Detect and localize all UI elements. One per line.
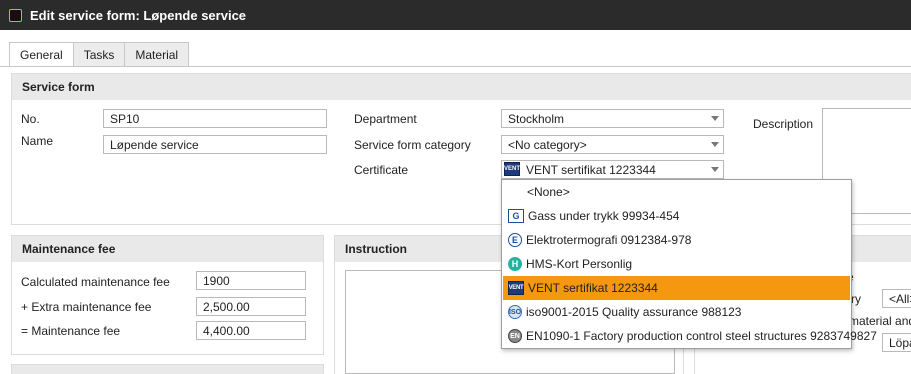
vent-certificate-icon: VENT	[504, 162, 520, 176]
certificate-option-vent[interactable]: VENT VENT sertifikat 1223344	[503, 276, 850, 300]
elektro-certificate-icon: E	[508, 233, 522, 247]
app-icon	[9, 8, 22, 22]
certificate-value: VENT sertifikat 1223344	[526, 162, 656, 177]
certificate-option-iso[interactable]: ISO iso9001-2015 Quality assurance 98812…	[503, 300, 850, 324]
no-field[interactable]: SP10	[103, 109, 327, 128]
service-form-header: Service form	[12, 74, 911, 100]
chevron-down-icon	[711, 167, 719, 172]
right-label-material: material and i	[849, 314, 911, 328]
category-label: Service form category	[354, 138, 471, 152]
lower-left-panel	[11, 364, 324, 374]
certificate-option-elektro[interactable]: E Elektrotermografi 0912384-978	[503, 228, 850, 252]
hms-certificate-icon: H	[508, 257, 522, 271]
calculated-fee-field[interactable]: 1900	[196, 271, 306, 290]
department-label: Department	[354, 112, 417, 126]
tab-strip: General Tasks Material	[9, 42, 190, 67]
tab-divider	[0, 66, 911, 67]
iso-certificate-icon: ISO	[508, 305, 522, 319]
certificate-option-none[interactable]: <None>	[503, 180, 850, 204]
calculated-fee-label: Calculated maintenance fee	[21, 275, 170, 289]
maintenance-fee-header: Maintenance fee	[12, 236, 323, 262]
department-value: Stockholm	[508, 111, 565, 126]
category-value: <No category>	[508, 137, 587, 152]
tab-tasks[interactable]: Tasks	[72, 42, 126, 66]
certificate-option-hms[interactable]: H HMS-Kort Personlig	[503, 252, 850, 276]
certificate-option-en1090[interactable]: EN EN1090-1 Factory production control s…	[503, 324, 877, 348]
total-fee-label: = Maintenance fee	[21, 324, 121, 338]
certificate-select[interactable]: VENT sertifikat 1223344	[501, 160, 724, 179]
title-bar: Edit service form: Løpende service	[0, 0, 911, 30]
certificate-dropdown-list: <None> G Gass under trykk 99934-454 E El…	[501, 179, 877, 349]
name-field[interactable]: Løpende service	[103, 135, 327, 154]
vent-certificate-icon: VENT	[508, 281, 524, 295]
chevron-down-icon	[711, 116, 719, 121]
lopa-select[interactable]: Löpa	[882, 333, 911, 352]
en-certificate-icon: EN	[508, 329, 522, 343]
name-label: Name	[21, 134, 54, 148]
category-select[interactable]: <No category>	[501, 135, 724, 154]
extra-fee-label: + Extra maintenance fee	[21, 300, 152, 314]
certificate-option-gass[interactable]: G Gass under trykk 99934-454	[503, 204, 850, 228]
gas-certificate-icon: G	[508, 209, 524, 223]
no-label: No.	[21, 112, 40, 126]
description-label: Description	[753, 117, 814, 131]
right-label-ry: ry	[851, 292, 861, 306]
certificate-label: Certificate	[354, 163, 409, 177]
total-fee-field[interactable]: 4,400.00	[196, 321, 306, 340]
extra-fee-field[interactable]: 2,500.00	[196, 297, 306, 316]
department-select[interactable]: Stockholm	[501, 109, 724, 128]
tab-material[interactable]: Material	[124, 42, 190, 66]
tab-general[interactable]: General	[9, 42, 74, 67]
all-select[interactable]: <All>	[882, 289, 911, 308]
window-title: Edit service form: Løpende service	[30, 7, 247, 23]
chevron-down-icon	[711, 142, 719, 147]
